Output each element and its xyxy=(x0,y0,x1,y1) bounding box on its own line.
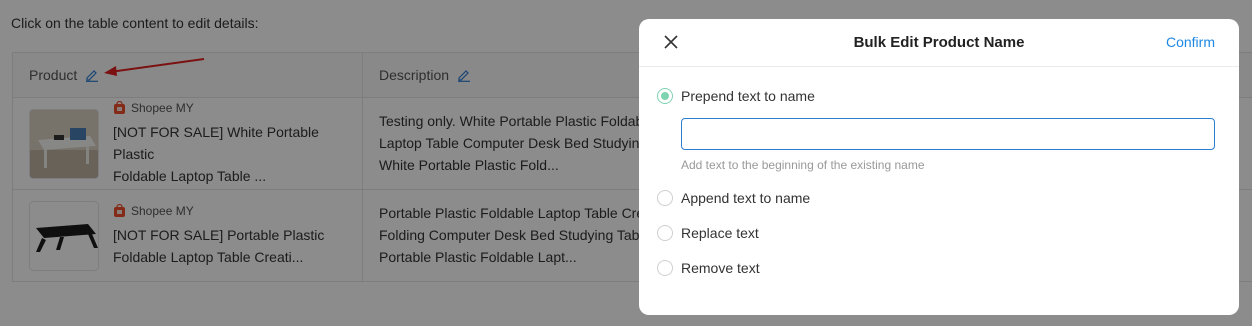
radio-remove[interactable] xyxy=(657,260,673,276)
option-prepend[interactable]: Prepend text to name xyxy=(657,88,815,104)
option-remove-label: Remove text xyxy=(681,260,760,276)
option-prepend-label: Prepend text to name xyxy=(681,88,815,104)
option-append[interactable]: Append text to name xyxy=(657,190,810,206)
radio-replace[interactable] xyxy=(657,225,673,241)
close-icon[interactable] xyxy=(663,34,679,50)
option-append-label: Append text to name xyxy=(681,190,811,206)
confirm-button[interactable]: Confirm xyxy=(1166,34,1215,50)
dialog-title: Bulk Edit Product Name xyxy=(853,34,1025,51)
option-remove[interactable]: Remove text xyxy=(657,260,760,276)
radio-append[interactable] xyxy=(657,190,673,206)
input-hint: Add text to the beginning of the existin… xyxy=(681,158,925,172)
bulk-edit-dialog: Bulk Edit Product Name Confirm Prepend t… xyxy=(639,19,1239,315)
prepend-text-input[interactable] xyxy=(681,118,1215,150)
option-replace[interactable]: Replace text xyxy=(657,225,759,241)
dialog-header: Bulk Edit Product Name Confirm xyxy=(639,19,1239,67)
option-replace-label: Replace text xyxy=(681,225,759,241)
radio-prepend[interactable] xyxy=(657,88,673,104)
